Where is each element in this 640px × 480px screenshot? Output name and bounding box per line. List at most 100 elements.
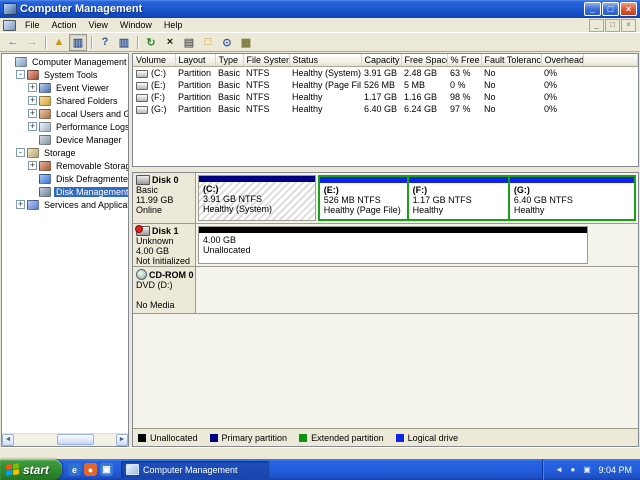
expand-icon[interactable]: + <box>28 83 37 92</box>
removable-storage-icon <box>39 160 51 171</box>
scrollbar-track[interactable] <box>14 434 116 446</box>
column-header-fault-tolerance[interactable]: Fault Tolerance <box>481 54 542 67</box>
scroll-right-icon[interactable]: ► <box>116 434 128 446</box>
column-header-volume[interactable]: Volume <box>133 54 176 67</box>
child-minimize-button[interactable]: _ <box>589 18 604 32</box>
volume-cell: No <box>484 80 496 90</box>
window-titlebar[interactable]: Computer Management _ □ × <box>0 0 640 18</box>
volume-row[interactable]: (C:) Partition Basic NTFS Healthy (System) 3.… <box>133 67 638 80</box>
partition-e[interactable]: (E:) 526 MB NTFS Healthy (Page File) <box>319 177 407 219</box>
collapse-icon[interactable]: - <box>16 148 25 157</box>
menu-file[interactable]: File <box>19 19 46 31</box>
expand-icon[interactable]: + <box>16 200 25 209</box>
back-icon[interactable]: ← <box>4 34 22 51</box>
menu-help[interactable]: Help <box>158 19 189 31</box>
legend-item-logical-drive: Logical drive <box>395 433 458 443</box>
find-icon[interactable]: ⊙ <box>218 34 236 51</box>
volume-cell: Healthy <box>292 104 323 114</box>
computer-icon <box>15 56 27 67</box>
close-button[interactable]: × <box>620 2 637 16</box>
partition-c[interactable]: (C:) 3.91 GB NTFS Healthy (System) <box>198 175 316 221</box>
menu-action[interactable]: Action <box>46 19 83 31</box>
volume-cell: (F:) <box>133 91 175 103</box>
volume-table: Volume Layout Type File System Status Capacit… <box>133 54 638 115</box>
new-window-icon[interactable]: ▥ <box>115 34 133 51</box>
volume-row[interactable]: (E:)Partition Basic NTFS Healthy (Page File… <box>133 79 638 91</box>
tree-item-computer-management-local[interactable]: Computer Management (Local) <box>2 55 128 68</box>
tree-item-local-users-and-groups[interactable]: + Local Users and Groups <box>2 107 128 120</box>
volume-row[interactable]: (F:) Partition Basic NTFS Healthy 1.17 GB 1.16… <box>133 91 638 103</box>
tree-item-shared-folders[interactable]: + Shared Folders <box>2 94 128 107</box>
taskbar-clock[interactable]: 9:04 PM <box>596 465 632 475</box>
forward-icon[interactable]: → <box>23 34 41 51</box>
show-console-tree-icon[interactable]: ▥ <box>69 33 87 51</box>
expand-icon[interactable]: + <box>28 96 37 105</box>
tree-item-label: System Tools <box>44 69 98 80</box>
network-icon[interactable]: ▣ <box>581 464 592 475</box>
expand-icon[interactable]: + <box>28 109 37 118</box>
scrollbar-thumb[interactable] <box>56 434 94 445</box>
unallocated-region[interactable]: 4.00 GB Unallocated <box>198 226 588 264</box>
open-folder-icon[interactable]: □ <box>199 34 217 51</box>
graphical-view-pane: Disk 0 Basic 11.99 GB Online (C:) 3.91 GB NTF… <box>132 172 639 447</box>
refresh-icon[interactable]: ↻ <box>142 34 160 51</box>
column-header-status[interactable]: Status <box>289 54 362 67</box>
volume-icon[interactable]: ◄ <box>553 464 564 475</box>
collapse-icon[interactable]: - <box>16 70 25 79</box>
volume-cell: Basic <box>218 104 241 114</box>
tree-item-system-tools[interactable]: - System Tools <box>2 68 128 81</box>
column-header--free[interactable]: % Free <box>447 54 482 67</box>
disk-0-info[interactable]: Disk 0 Basic 11.99 GB Online <box>133 173 196 223</box>
tree-item-removable-storage[interactable]: + Removable Storage <box>2 159 128 172</box>
cdrom-0-info[interactable]: CD-ROM 0 DVD (D:) No Media <box>133 267 196 313</box>
legend-item-unallocated: Unallocated <box>138 433 198 443</box>
tree-item-event-viewer[interactable]: + Event Viewer <box>2 81 128 94</box>
extended-partition[interactable]: (E:) 526 MB NTFS Healthy (Page File) (F:) 1.… <box>317 175 636 221</box>
disk-info-line <box>136 290 193 300</box>
volume-cell: Partition <box>178 92 212 102</box>
tree-item-services-and-applications[interactable]: + Services and Applications <box>2 198 128 211</box>
minimize-button[interactable]: _ <box>584 2 601 16</box>
ie-icon[interactable]: e <box>68 463 81 476</box>
help-window-icon[interactable]: ? <box>96 34 114 51</box>
tree-item-performance-logs-and-alerts[interactable]: + Performance Logs and Alerts <box>2 120 128 133</box>
window-controls: _ □ × <box>583 2 637 16</box>
safely-remove-icon[interactable]: ● <box>567 464 578 475</box>
tree-horizontal-scrollbar[interactable]: ◄ ► <box>2 433 128 446</box>
partition-f[interactable]: (F:) 1.17 GB NTFS Healthy <box>408 177 508 219</box>
firefox-icon[interactable]: ● <box>84 463 97 476</box>
properties-icon[interactable]: ▤ <box>180 34 198 51</box>
volume-cell: (G:) <box>133 103 175 115</box>
menu-view[interactable]: View <box>83 19 114 31</box>
column-header-type[interactable]: Type <box>215 54 244 67</box>
child-restore-button[interactable]: □ <box>605 18 620 32</box>
column-header-file-system[interactable]: File System <box>243 54 290 67</box>
partition-g[interactable]: (G:) 6.40 GB NTFS Healthy <box>509 177 634 219</box>
column-header-free-space[interactable]: Free Space <box>401 54 448 67</box>
messenger-icon[interactable]: ▣ <box>100 463 113 476</box>
volume-row[interactable]: (G:) Partition Basic NTFS Healthy 6.40 GB 6.24… <box>133 103 638 115</box>
console-tree-pane: Computer Management (Local) - System Tools… <box>1 53 129 447</box>
tree-item-disk-defragmenter[interactable]: Disk Defragmenter <box>2 172 128 185</box>
disk-1-info[interactable]: Disk 1 Unknown 4.00 GB Not Initialized <box>133 224 196 266</box>
tree-item-storage[interactable]: - Storage <box>2 146 128 159</box>
task-window-icon <box>126 464 139 475</box>
column-header-overhead[interactable]: Overhead <box>541 54 584 67</box>
legend-item-extended-partition: Extended partition <box>299 433 384 443</box>
expand-icon[interactable]: + <box>28 122 37 131</box>
console-icon[interactable]: ▦ <box>237 34 255 51</box>
column-header-capacity[interactable]: Capacity <box>361 54 402 67</box>
scroll-left-icon[interactable]: ◄ <box>2 434 14 446</box>
up-one-level-icon[interactable]: ▲ <box>50 34 68 51</box>
tree-item-device-manager[interactable]: Device Manager <box>2 133 128 146</box>
tray-icons: ◄ ● ▣ <box>553 464 592 475</box>
tree-item-disk-management[interactable]: Disk Management <box>2 185 128 198</box>
column-header-layout[interactable]: Layout <box>175 54 216 67</box>
task-button-computer-management[interactable]: Computer Management <box>121 461 269 478</box>
child-close-button[interactable]: × <box>621 18 636 32</box>
menu-window[interactable]: Window <box>114 19 158 31</box>
expand-icon[interactable]: + <box>28 161 37 170</box>
restore-button[interactable]: □ <box>602 2 619 16</box>
start-button[interactable]: start <box>0 459 62 480</box>
delete-icon[interactable]: × <box>161 34 179 51</box>
